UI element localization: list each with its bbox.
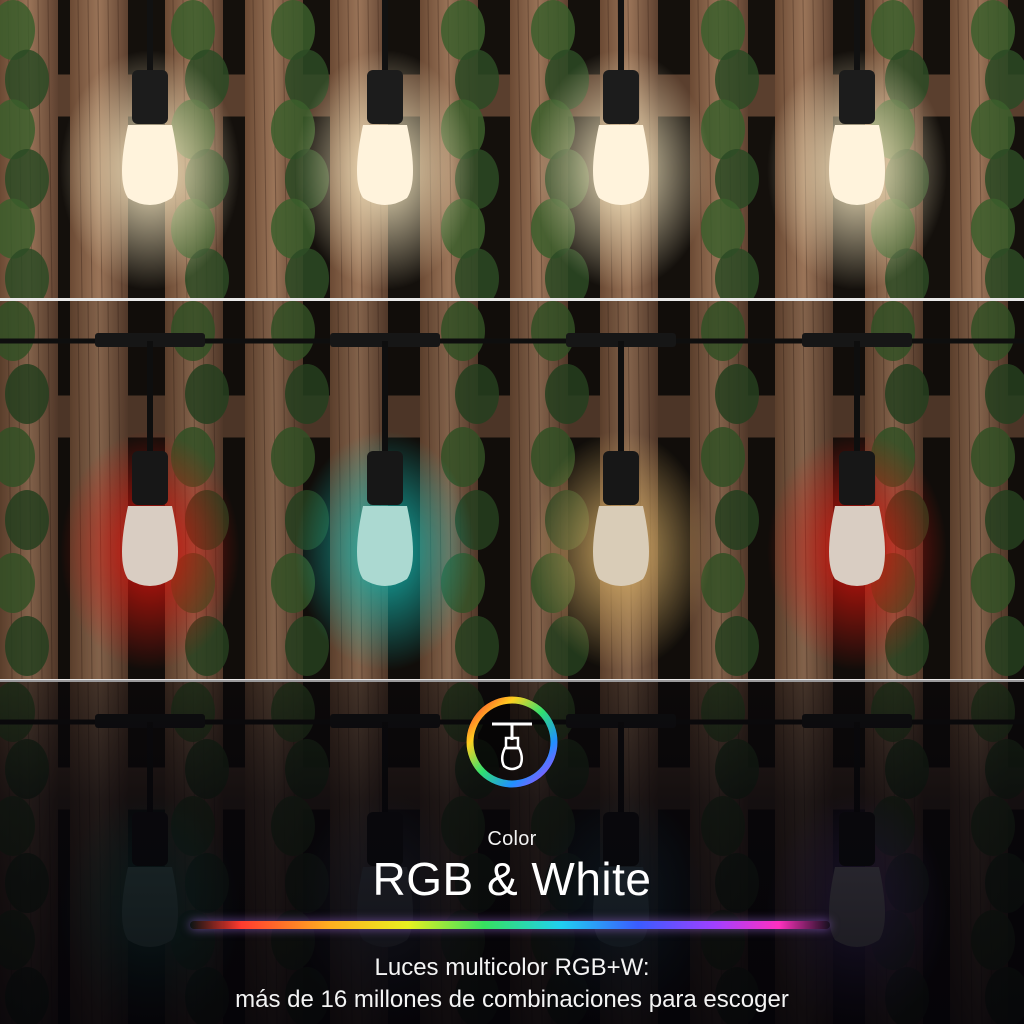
bulb-socket: [603, 70, 639, 124]
shade: [0, 301, 1024, 679]
bulb-glass: [122, 125, 178, 205]
caption-small: Color: [487, 828, 537, 850]
product-image: Color RGB & White Luces multicolor RGB+W…: [0, 0, 1024, 1024]
bulb-socket: [132, 70, 168, 124]
bulb-glass: [829, 125, 885, 205]
bulb-socket: [839, 70, 875, 124]
bulb-glass: [593, 125, 649, 205]
rainbow-bar: [190, 921, 830, 929]
bulb-socket: [367, 70, 403, 124]
caption-title: RGB & White: [372, 853, 652, 905]
white-bulbs-panel: [0, 0, 1024, 298]
color-wheel-bulb-icon: [462, 692, 562, 792]
rgb-bulbs-scene: [0, 301, 1024, 679]
caption-line-1: Luces multicolor RGB+W:: [374, 954, 650, 981]
rgb-bulbs-panel: [0, 301, 1024, 679]
bulb-glass: [357, 125, 413, 205]
white-bulbs-scene: [0, 0, 1024, 298]
caption-line-2: más de 16 millones de combinaciones para…: [235, 986, 789, 1013]
